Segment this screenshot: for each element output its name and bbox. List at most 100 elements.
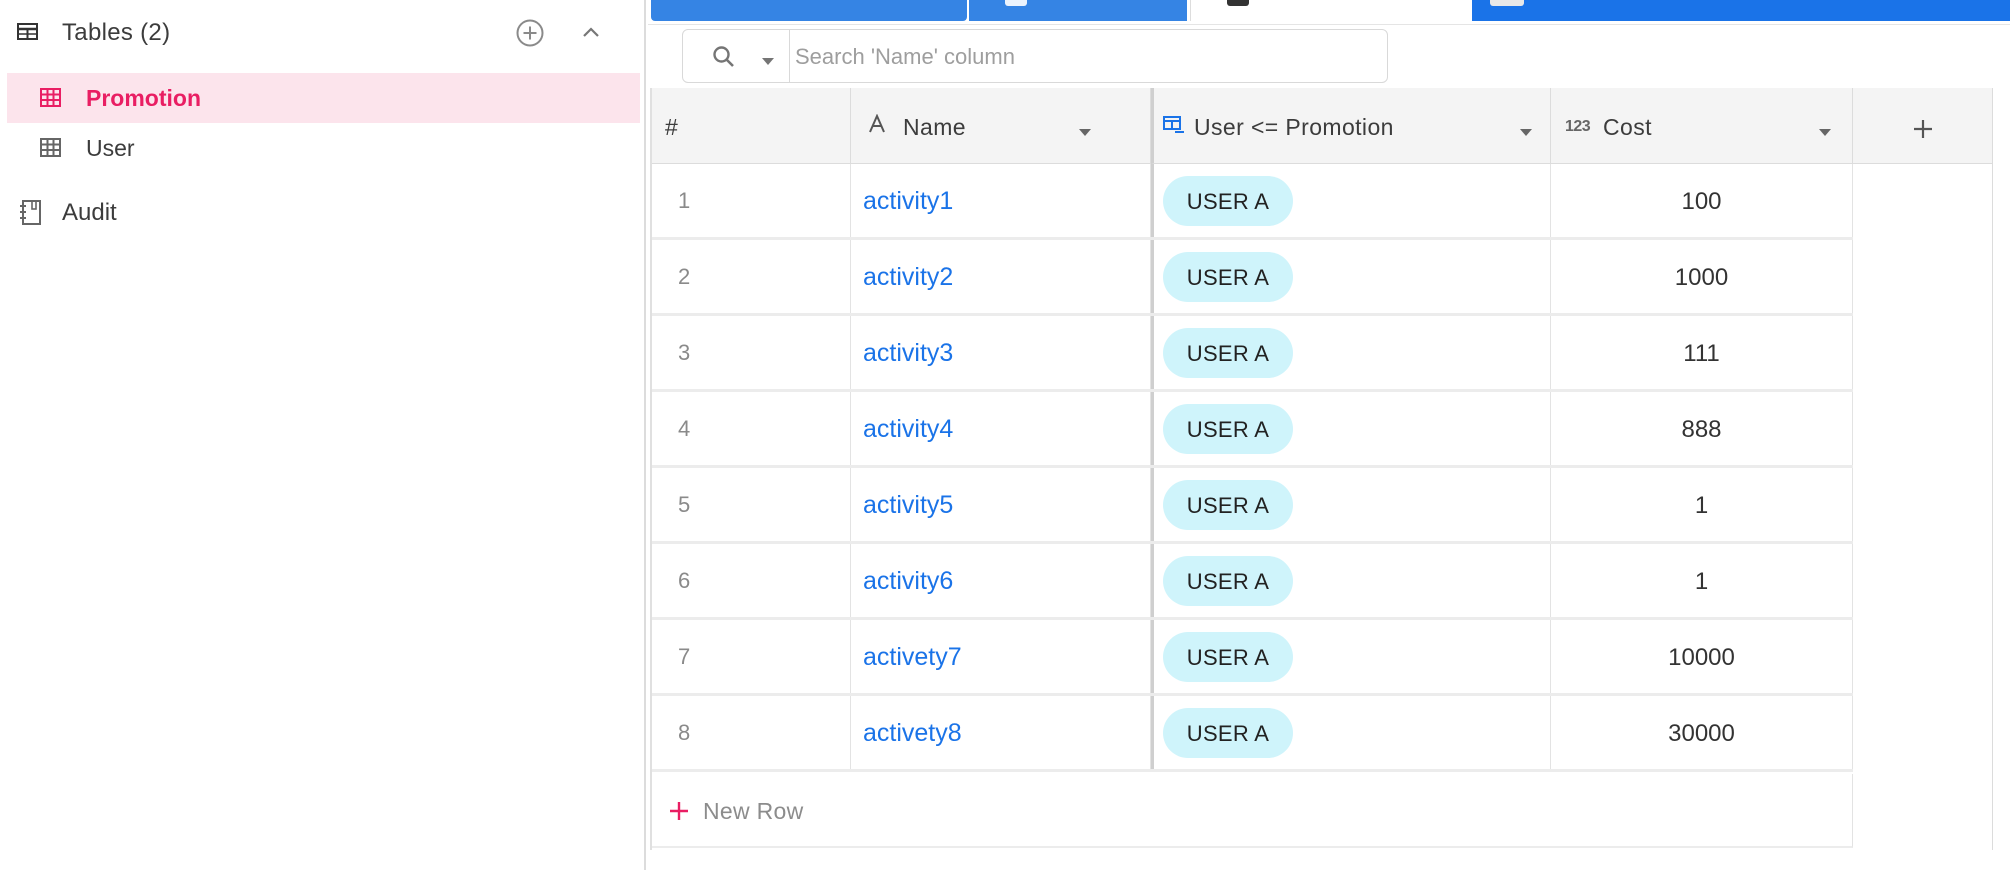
sidebar-item-promotion[interactable]: Promotion xyxy=(7,73,640,123)
search-input[interactable] xyxy=(793,38,1377,76)
name-value[interactable]: activity5 xyxy=(863,491,953,520)
tab-3[interactable] xyxy=(1190,0,1471,21)
tab-bar xyxy=(648,0,2010,25)
sidebar-item-user[interactable]: User xyxy=(7,123,640,173)
cost-value: 1 xyxy=(1694,492,1709,519)
cost-cell[interactable]: 100 xyxy=(1551,164,1853,237)
sidebar: Tables (2) Promotion User Audit xyxy=(0,0,646,870)
user-chip-label: USER A xyxy=(1186,265,1270,290)
name-value[interactable]: activety7 xyxy=(863,643,962,672)
user-chip[interactable]: USER A xyxy=(1163,708,1293,758)
chevron-up-icon[interactable] xyxy=(581,24,601,40)
row-number-cell: 6 xyxy=(650,544,851,617)
table-row[interactable]: 1 activity1 USER A 100 xyxy=(650,164,1853,240)
cost-cell[interactable]: 30000 xyxy=(1551,696,1853,769)
cost-value: 1000 xyxy=(1674,264,1729,291)
cost-value: 888 xyxy=(1681,416,1722,443)
tab-2[interactable] xyxy=(969,0,1187,21)
table-row[interactable]: 6 activity6 USER A 1 xyxy=(650,544,1853,620)
name-value[interactable]: activity6 xyxy=(863,567,953,596)
column-header-label: # xyxy=(665,114,679,140)
user-cell[interactable]: USER A xyxy=(1151,392,1551,465)
user-cell[interactable]: USER A xyxy=(1151,620,1551,693)
name-cell[interactable]: activity5 xyxy=(851,468,1151,541)
column-header-user[interactable]: User <= Promotion xyxy=(1151,88,1551,164)
user-chip-label: USER A xyxy=(1186,417,1270,442)
table-row[interactable]: 4 activity4 USER A 888 xyxy=(650,392,1853,468)
add-table-icon[interactable] xyxy=(515,18,545,48)
cost-value: 111 xyxy=(1683,340,1720,367)
user-cell[interactable]: USER A xyxy=(1151,316,1551,389)
table-row[interactable]: 3 activity3 USER A 111 xyxy=(650,316,1853,392)
name-value[interactable]: activity2 xyxy=(863,263,953,292)
name-value[interactable]: activity1 xyxy=(863,187,953,216)
user-chip[interactable]: USER A xyxy=(1163,632,1293,682)
search-field-selector[interactable] xyxy=(683,30,790,82)
user-cell[interactable]: USER A xyxy=(1151,696,1551,769)
cost-cell[interactable]: 111 xyxy=(1551,316,1853,389)
tab-4[interactable] xyxy=(1472,0,2010,21)
notebook-icon xyxy=(18,199,44,232)
name-cell[interactable]: activity6 xyxy=(851,544,1151,617)
row-divider xyxy=(650,769,1853,772)
text-type-icon xyxy=(868,113,886,139)
user-chip[interactable]: USER A xyxy=(1163,404,1293,454)
user-cell[interactable]: USER A xyxy=(1151,544,1551,617)
new-row-button[interactable]: New Row xyxy=(650,774,1853,848)
tab-3-icon xyxy=(1227,0,1249,6)
chevron-down-icon[interactable] xyxy=(1519,124,1533,142)
chevron-down-icon[interactable] xyxy=(1818,124,1832,142)
name-cell[interactable]: activity1 xyxy=(851,164,1151,237)
chevron-down-icon[interactable] xyxy=(1078,124,1092,142)
row-number: 7 xyxy=(678,644,691,669)
row-number-cell: 3 xyxy=(650,316,851,389)
cost-cell[interactable]: 10000 xyxy=(1551,620,1853,693)
row-number-cell: 1 xyxy=(650,164,851,237)
name-cell[interactable]: activity2 xyxy=(851,240,1151,313)
name-value[interactable]: activity4 xyxy=(863,415,953,444)
cost-value: 10000 xyxy=(1668,644,1735,671)
tab-1[interactable] xyxy=(651,0,967,21)
table-row[interactable]: 5 activity5 USER A 1 xyxy=(650,468,1853,544)
cost-cell[interactable]: 888 xyxy=(1551,392,1853,465)
cost-cell[interactable]: 1 xyxy=(1551,544,1853,617)
user-chip[interactable]: USER A xyxy=(1163,556,1293,606)
table-icon xyxy=(40,138,62,163)
user-cell[interactable]: USER A xyxy=(1151,164,1551,237)
name-cell[interactable]: activety7 xyxy=(851,620,1151,693)
table-row[interactable]: 7 activety7 USER A 10000 xyxy=(650,620,1853,696)
tab-4-icon xyxy=(1490,0,1524,6)
tables-header-label: Tables (2) xyxy=(62,19,171,46)
column-header-label: Name xyxy=(903,114,966,140)
column-header-name[interactable]: Name xyxy=(851,88,1151,164)
name-cell[interactable]: activity3 xyxy=(851,316,1151,389)
number-type-icon: 123 xyxy=(1565,118,1591,135)
add-column-button[interactable] xyxy=(1853,88,1993,164)
search-icon xyxy=(711,44,737,75)
column-header-cost[interactable]: 123 Cost xyxy=(1551,88,1853,164)
sidebar-item-audit[interactable]: Audit xyxy=(0,190,646,234)
table-row[interactable]: 8 activety8 USER A 30000 xyxy=(650,696,1853,772)
user-chip-label: USER A xyxy=(1186,189,1270,214)
cost-cell[interactable]: 1 xyxy=(1551,468,1853,541)
name-value[interactable]: activety8 xyxy=(863,719,962,748)
user-cell[interactable]: USER A xyxy=(1151,468,1551,541)
name-value[interactable]: activity3 xyxy=(863,339,953,368)
row-number-cell: 5 xyxy=(650,468,851,541)
user-chip-label: USER A xyxy=(1186,721,1270,746)
tables-section-header[interactable]: Tables (2) xyxy=(0,8,646,56)
user-chip[interactable]: USER A xyxy=(1163,480,1293,530)
tab-2-icon xyxy=(1005,0,1027,6)
name-cell[interactable]: activity4 xyxy=(851,392,1151,465)
table-row[interactable]: 2 activity2 USER A 1000 xyxy=(650,240,1853,316)
cost-cell[interactable]: 1000 xyxy=(1551,240,1853,313)
user-chip[interactable]: USER A xyxy=(1163,252,1293,302)
chevron-down-icon xyxy=(761,53,775,71)
user-cell[interactable]: USER A xyxy=(1151,240,1551,313)
row-number-cell: 8 xyxy=(650,696,851,769)
column-header-label: Cost xyxy=(1603,114,1652,140)
user-chip[interactable]: USER A xyxy=(1163,328,1293,378)
user-chip[interactable]: USER A xyxy=(1163,176,1293,226)
name-cell[interactable]: activety8 xyxy=(851,696,1151,769)
sidebar-item-label: Audit xyxy=(62,199,117,226)
